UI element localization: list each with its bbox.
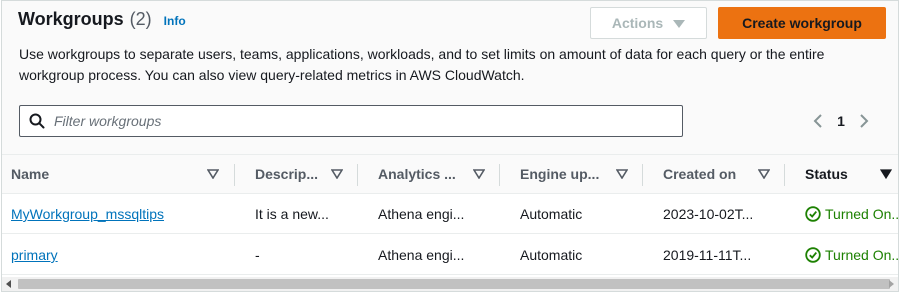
column-header-description[interactable]: Descrip... <box>255 155 325 193</box>
workgroup-name-link[interactable]: primary <box>11 247 58 263</box>
column-divider[interactable] <box>234 164 235 186</box>
chevron-left-icon <box>813 114 822 128</box>
cell-engine-update: Automatic <box>520 206 583 222</box>
create-workgroup-button[interactable]: Create workgroup <box>718 7 886 39</box>
cell-created-on: 2019-11-11T... <box>663 247 752 263</box>
panel-header: Workgroups (2) Info Actions Create workg… <box>2 1 898 154</box>
horizontal-scrollbar[interactable] <box>2 277 898 291</box>
cell-status: Turned On... <box>805 235 899 275</box>
sort-caret-icon <box>880 169 892 179</box>
scroll-left-button[interactable] <box>2 277 16 291</box>
workgroups-panel: Workgroups (2) Info Actions Create workg… <box>1 0 899 292</box>
scroll-right-button[interactable] <box>884 277 898 291</box>
status-text: Turned On... <box>825 247 899 263</box>
actions-button[interactable]: Actions <box>590 7 707 39</box>
cell-created-on: 2023-10-02T... <box>663 206 754 222</box>
table-header: Name Descrip... Analytics ... Engine up.… <box>2 154 898 194</box>
scrollbar-thumb[interactable] <box>18 279 890 289</box>
page-title: Workgroups <box>18 9 124 29</box>
column-divider[interactable] <box>642 164 643 186</box>
column-header-status[interactable]: Status <box>805 155 875 193</box>
scroll-left-arrow-icon <box>6 280 11 288</box>
pagination: 1 <box>808 110 874 132</box>
status-text: Turned On... <box>825 206 899 222</box>
scroll-right-arrow-icon <box>889 280 894 288</box>
check-circle-icon <box>805 247 821 263</box>
cell-engine-update: Automatic <box>520 247 583 263</box>
cell-description: - <box>255 247 260 263</box>
column-label: Descrip... <box>255 166 319 182</box>
cell-name: primary <box>11 235 58 275</box>
search-icon <box>29 113 45 129</box>
table-row[interactable]: MyWorkgroup_mssqltips It is a new... Ath… <box>2 194 898 234</box>
filter-box[interactable] <box>19 105 683 137</box>
column-header-engine-update[interactable]: Engine up... <box>520 155 610 193</box>
workgroup-count: (2) <box>129 9 152 29</box>
sort-caret-icon <box>616 169 628 179</box>
column-header-name[interactable]: Name <box>11 155 201 193</box>
check-circle-icon <box>805 206 821 222</box>
column-label: Name <box>11 166 50 182</box>
current-page-number[interactable]: 1 <box>828 113 854 129</box>
chevron-right-icon <box>860 114 869 128</box>
column-header-created-on[interactable]: Created on <box>663 155 753 193</box>
column-divider[interactable] <box>357 164 358 186</box>
column-divider[interactable] <box>784 164 785 186</box>
column-label: Analytics ... <box>378 166 456 182</box>
sort-caret-icon <box>207 169 219 179</box>
column-label: Status <box>805 166 848 182</box>
column-header-analytics[interactable]: Analytics ... <box>378 155 468 193</box>
info-link[interactable]: Info <box>164 14 186 28</box>
column-label: Created on <box>663 166 737 182</box>
page-description: Use workgroups to separate users, teams,… <box>19 46 825 83</box>
filter-workgroups-input[interactable] <box>54 106 682 136</box>
column-divider[interactable] <box>499 164 500 186</box>
sort-caret-icon <box>758 169 770 179</box>
title-row: Workgroups (2) Info <box>18 9 186 30</box>
table-row[interactable]: primary - Athena engi... Automatic 2019-… <box>2 235 898 275</box>
cell-status: Turned On... <box>805 194 899 234</box>
create-workgroup-label: Create workgroup <box>742 15 862 31</box>
cell-description: It is a new... <box>255 206 329 222</box>
status-badge: Turned On... <box>805 206 899 222</box>
cell-analytics: Athena engi... <box>378 206 465 222</box>
caret-down-icon <box>673 19 686 28</box>
workgroup-name-link[interactable]: MyWorkgroup_mssqltips <box>11 206 164 222</box>
sort-caret-icon <box>331 169 343 179</box>
sort-caret-icon <box>473 169 485 179</box>
next-page-button[interactable] <box>854 110 874 132</box>
cell-name: MyWorkgroup_mssqltips <box>11 194 164 234</box>
previous-page-button[interactable] <box>808 110 828 132</box>
column-label: Engine up... <box>520 166 600 182</box>
status-badge: Turned On... <box>805 247 899 263</box>
actions-button-label: Actions <box>611 15 664 31</box>
cell-analytics: Athena engi... <box>378 247 465 263</box>
